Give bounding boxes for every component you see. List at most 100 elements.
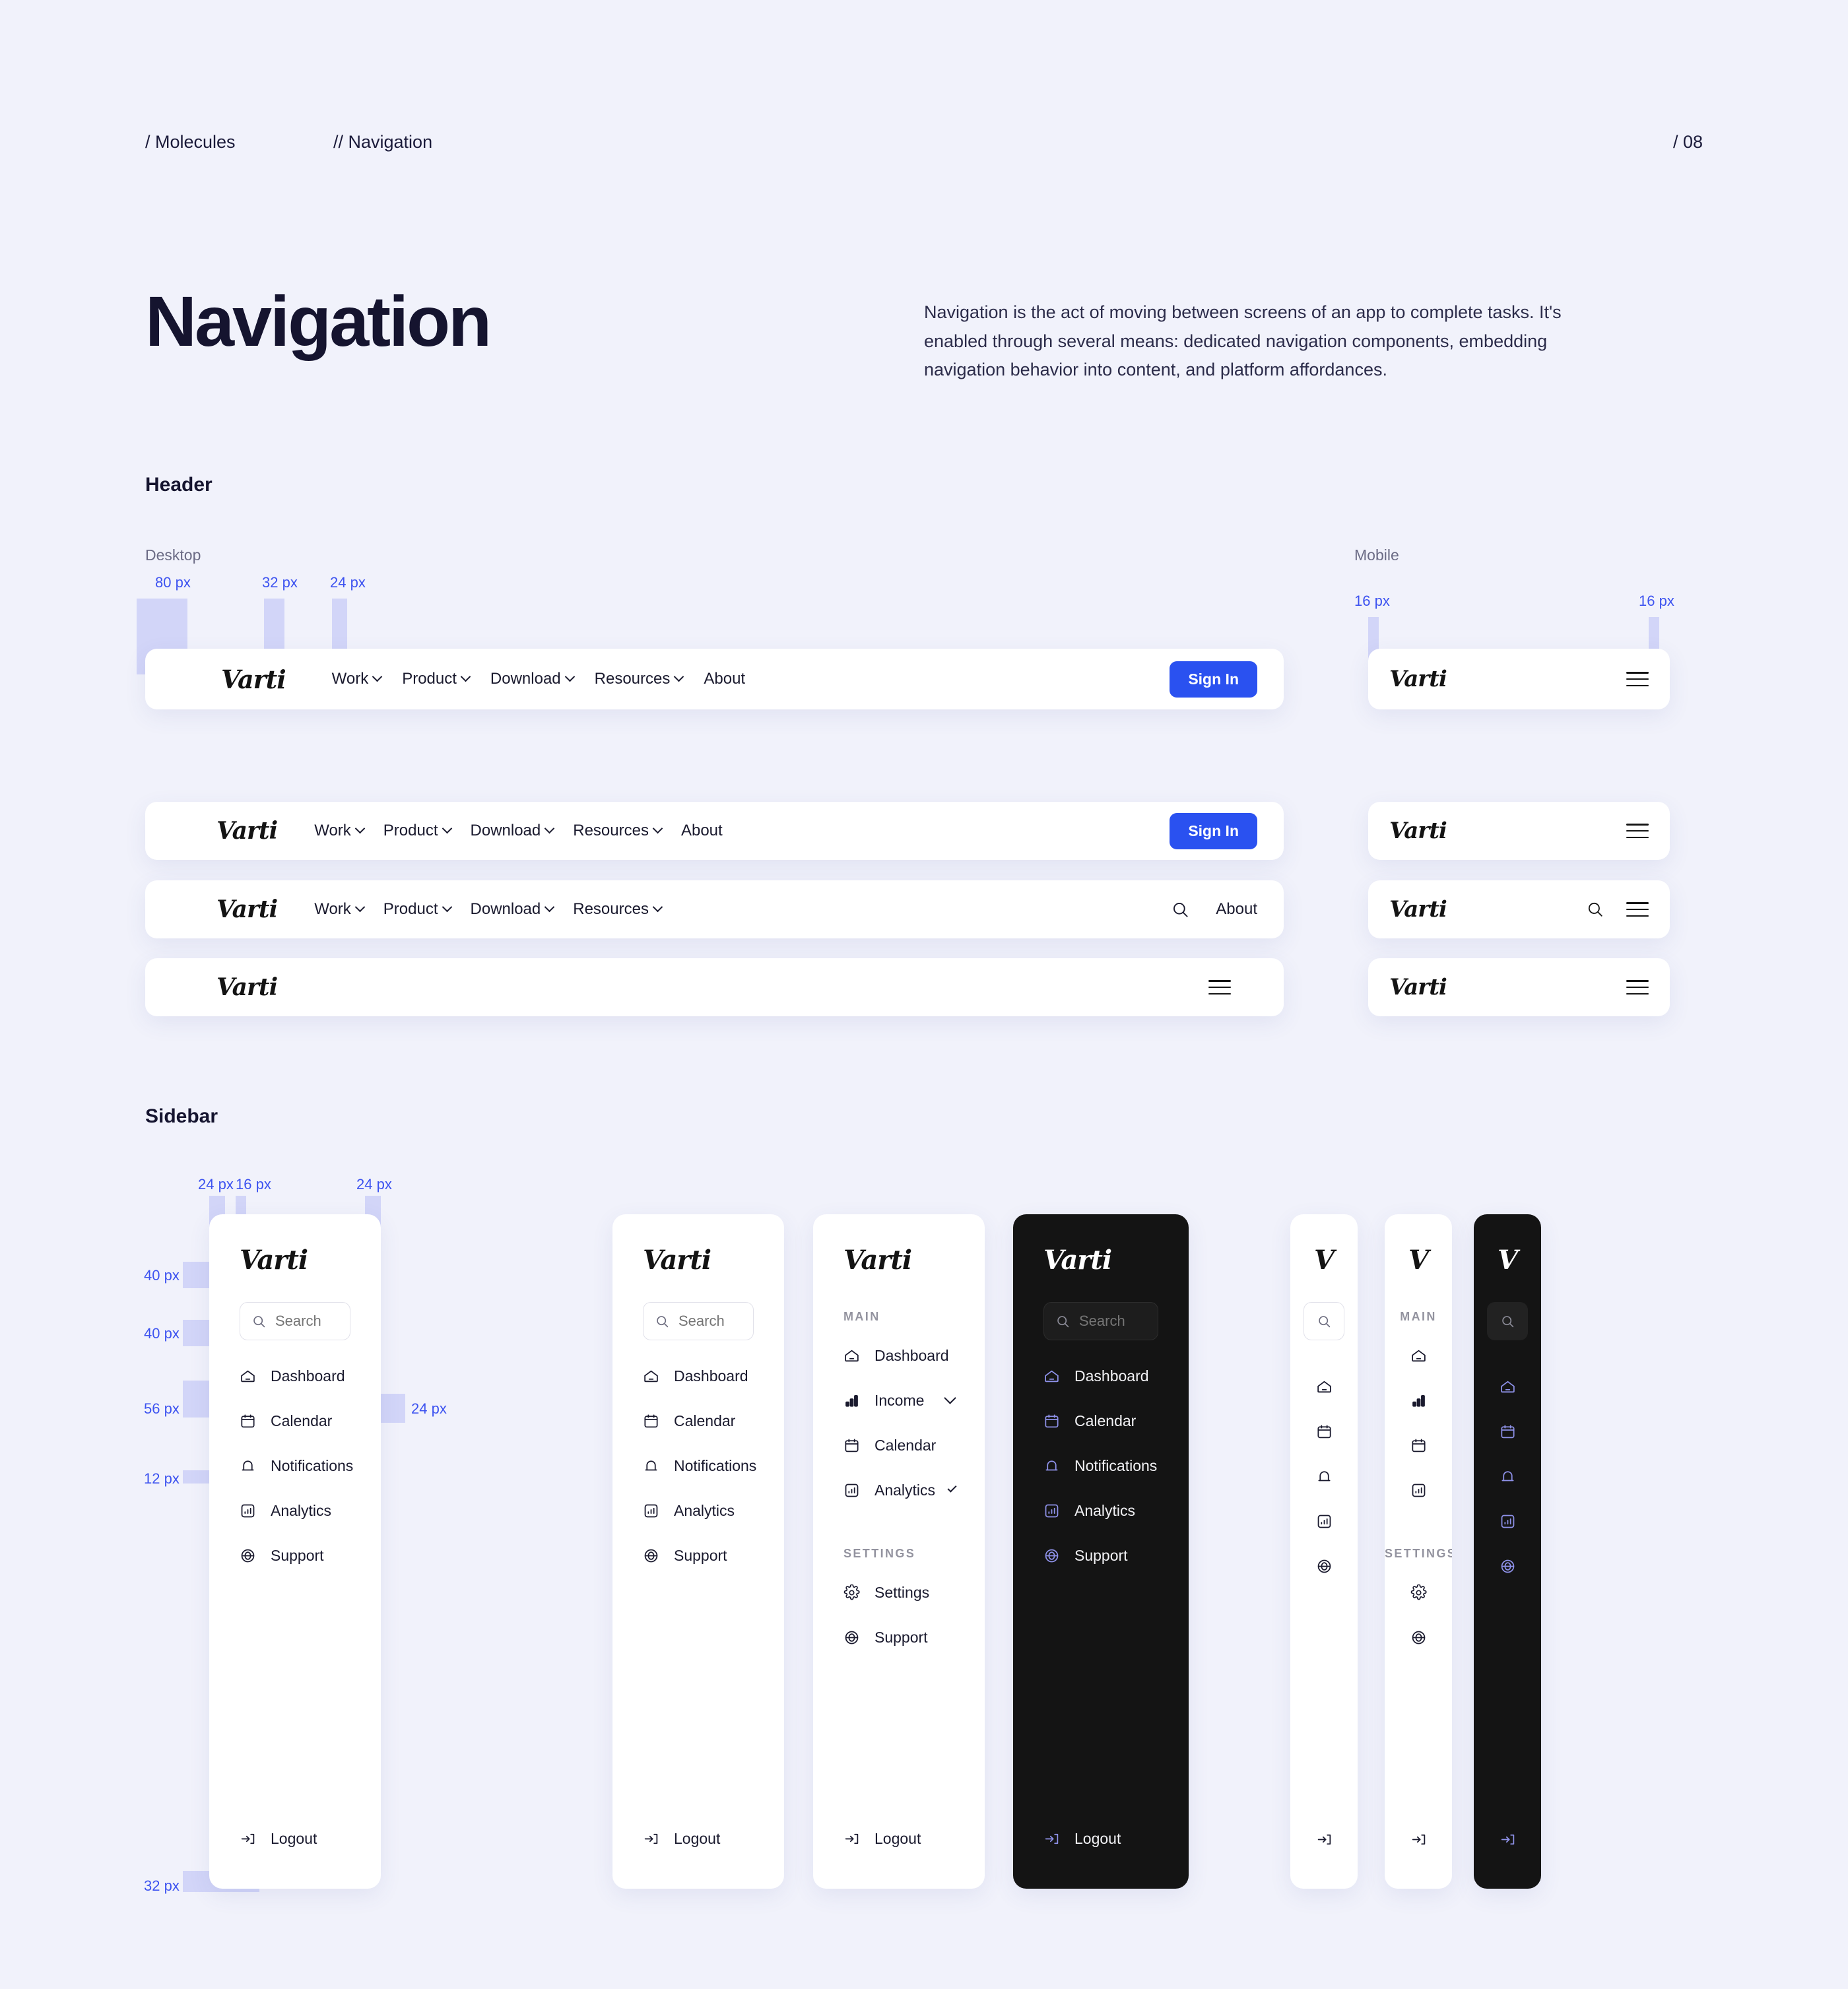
sidebar-item-calendar[interactable]: Calendar	[209, 1404, 381, 1438]
logo[interactable]: Varti	[209, 1214, 381, 1276]
search-button[interactable]	[1304, 1302, 1344, 1340]
sidebar-item-dashboard[interactable]	[1385, 1338, 1452, 1373]
logo-mark[interactable]: V	[1385, 1214, 1452, 1276]
logo-mark[interactable]: V	[1290, 1214, 1358, 1276]
search-input[interactable]	[275, 1313, 338, 1330]
sidebar-item-notifications[interactable]	[1474, 1459, 1541, 1493]
logo[interactable]: Varti	[216, 817, 278, 845]
calendar-icon	[843, 1437, 860, 1454]
measurement-label: 24 px	[198, 1176, 234, 1192]
logout-button[interactable]	[1290, 1831, 1358, 1889]
logo[interactable]: Varti	[612, 1214, 784, 1276]
nav-link-resources[interactable]: Resources	[595, 670, 684, 688]
logo[interactable]: Varti	[1389, 818, 1447, 844]
nav-link-product[interactable]: Product	[402, 670, 471, 688]
logo[interactable]: Varti	[1389, 666, 1447, 692]
lifebuoy-icon	[1500, 1558, 1516, 1575]
sidebar-item-analytics[interactable]	[1290, 1504, 1358, 1538]
hamburger-menu-icon[interactable]	[1626, 672, 1649, 686]
nav-link-resources[interactable]: Resources	[573, 900, 663, 919]
sidebar-item-dashboard[interactable]: Dashboard	[813, 1338, 985, 1373]
logout-button[interactable]: Logout	[209, 1830, 381, 1889]
sidebar-item-income[interactable]	[1385, 1383, 1452, 1418]
sidebar-item-support[interactable]	[1474, 1549, 1541, 1583]
sidebar-item-dashboard[interactable]	[1474, 1369, 1541, 1404]
search-input[interactable]	[678, 1313, 741, 1330]
nav-link-work[interactable]: Work	[314, 822, 366, 840]
logo-mark[interactable]: V	[1474, 1214, 1541, 1276]
sidebar-item-calendar[interactable]	[1474, 1414, 1541, 1449]
sidebar-item-support[interactable]	[1385, 1620, 1452, 1654]
sidebar-item-dashboard[interactable]: Dashboard	[612, 1359, 784, 1393]
sidebar-item-analytics[interactable]	[1385, 1473, 1452, 1507]
search-icon[interactable]	[1172, 901, 1189, 919]
sidebar-item-analytics[interactable]: Analytics	[1013, 1493, 1189, 1528]
nav-link-resources[interactable]: Resources	[573, 822, 663, 840]
sidebar-item-calendar[interactable]	[1290, 1414, 1358, 1449]
chevron-down-icon[interactable]	[947, 1482, 957, 1493]
nav-link-download[interactable]: Download	[471, 900, 555, 919]
sidebar-item-support[interactable]: Support	[1013, 1538, 1189, 1573]
sidebar-item-analytics[interactable]: Analytics	[612, 1493, 784, 1528]
sidebar-item-notifications[interactable]: Notifications	[209, 1449, 381, 1483]
sidebar-item-notifications[interactable]: Notifications	[1013, 1449, 1189, 1483]
sidebar-item-dashboard[interactable]	[1290, 1369, 1358, 1404]
logout-button[interactable]	[1385, 1831, 1452, 1889]
nav-link-product[interactable]: Product	[383, 822, 452, 840]
sidebar-rail-light-search: V	[1290, 1214, 1358, 1889]
nav-link-about[interactable]: About	[681, 822, 723, 840]
hamburger-menu-icon[interactable]	[1626, 824, 1649, 838]
logout-button[interactable]	[1474, 1831, 1541, 1889]
logo[interactable]: Varti	[813, 1214, 985, 1276]
logo[interactable]: Varti	[1389, 896, 1447, 923]
logout-button[interactable]: Logout	[1013, 1830, 1189, 1889]
nav-link-product[interactable]: Product	[383, 900, 452, 919]
sidebar-item-label: Dashboard	[271, 1367, 345, 1385]
sidebar-item-calendar[interactable]: Calendar	[612, 1404, 784, 1438]
sidebar-item-calendar[interactable]: Calendar	[1013, 1404, 1189, 1438]
hamburger-menu-icon[interactable]	[1208, 980, 1231, 994]
sidebar-item-support[interactable]: Support	[612, 1538, 784, 1573]
sidebar-item-notifications[interactable]: Notifications	[612, 1449, 784, 1483]
sidebar-item-analytics[interactable]: Analytics	[813, 1473, 985, 1507]
hamburger-menu-icon[interactable]	[1626, 902, 1649, 917]
sidebar-item-notifications[interactable]	[1290, 1459, 1358, 1493]
sidebar-item-label: Dashboard	[1074, 1367, 1149, 1385]
nav-link-download[interactable]: Download	[490, 670, 575, 688]
logo[interactable]: Varti	[221, 665, 286, 694]
logout-button[interactable]: Logout	[612, 1830, 784, 1889]
sidebar-item-calendar[interactable]: Calendar	[813, 1428, 985, 1462]
nav-link-work[interactable]: Work	[332, 670, 383, 688]
sidebar-item-support[interactable]	[1290, 1549, 1358, 1583]
chevron-down-icon[interactable]	[944, 1391, 956, 1404]
logo[interactable]: Varti	[1013, 1214, 1189, 1276]
sign-in-button[interactable]: Sign In	[1170, 812, 1257, 849]
nav-link-download[interactable]: Download	[471, 822, 555, 840]
search-icon[interactable]	[1587, 901, 1604, 918]
search-input[interactable]	[1079, 1313, 1146, 1330]
hamburger-menu-icon[interactable]	[1626, 980, 1649, 994]
nav-link-about[interactable]: About	[704, 670, 745, 688]
sign-in-button[interactable]: Sign In	[1170, 661, 1257, 698]
search-field[interactable]	[643, 1302, 754, 1340]
logo[interactable]: Varti	[216, 973, 278, 1001]
sidebar-item-analytics[interactable]: Analytics	[209, 1493, 381, 1528]
logo[interactable]: Varti	[1389, 974, 1447, 1000]
chevron-down-icon	[442, 901, 452, 912]
logout-button[interactable]: Logout	[813, 1830, 985, 1889]
nav-link-work[interactable]: Work	[314, 900, 366, 919]
search-button[interactable]	[1487, 1302, 1528, 1340]
sidebar-item-calendar[interactable]	[1385, 1428, 1452, 1462]
sidebar-item-support[interactable]: Support	[209, 1538, 381, 1573]
logo[interactable]: Varti	[216, 896, 278, 923]
sidebar-item-income[interactable]: Income	[813, 1383, 985, 1418]
sidebar-item-dashboard[interactable]: Dashboard	[1013, 1359, 1189, 1393]
search-field[interactable]	[240, 1302, 350, 1340]
sidebar-item-settings[interactable]: Settings	[813, 1575, 985, 1610]
search-field[interactable]	[1043, 1302, 1158, 1340]
sidebar-item-settings[interactable]	[1385, 1575, 1452, 1610]
sidebar-item-analytics[interactable]	[1474, 1504, 1541, 1538]
nav-link-about[interactable]: About	[1216, 900, 1257, 919]
sidebar-item-support[interactable]: Support	[813, 1620, 985, 1654]
sidebar-item-dashboard[interactable]: Dashboard	[209, 1359, 381, 1393]
